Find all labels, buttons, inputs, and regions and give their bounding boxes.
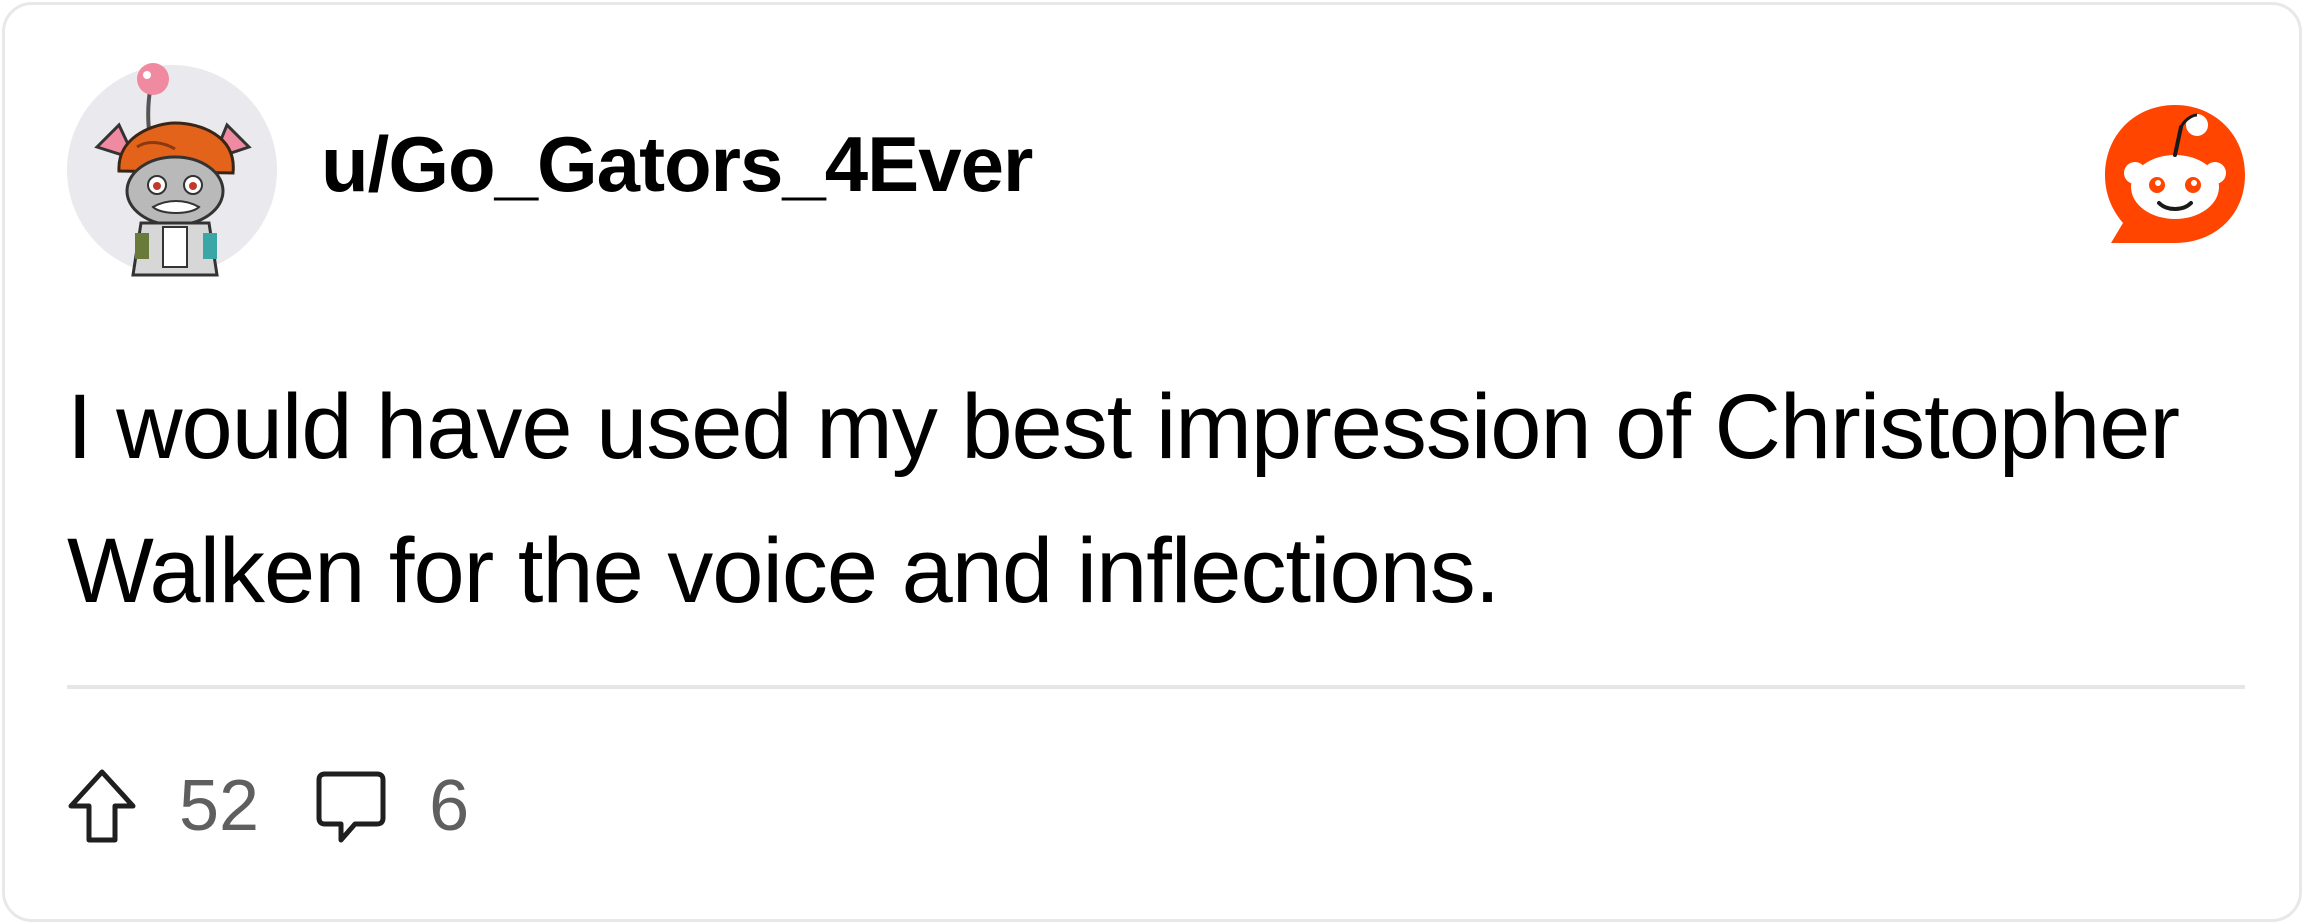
divider xyxy=(67,685,2245,689)
comments-button[interactable]: 6 xyxy=(315,768,469,844)
post-footer: 52 6 xyxy=(67,761,525,851)
username[interactable]: u/Go_Gators_4Ever xyxy=(321,125,1033,203)
comment-bubble-icon xyxy=(316,771,386,843)
reddit-logo-icon[interactable] xyxy=(2101,101,2249,249)
upvote-count: 52 xyxy=(179,766,260,846)
comment-body: I would have used my best impression of … xyxy=(67,376,2180,622)
comment-count: 6 xyxy=(429,766,470,846)
snoo-avatar-icon xyxy=(94,63,252,277)
user-avatar[interactable] xyxy=(67,63,277,277)
reddit-comment-card: u/Go_Gators_4Ever I would have used my b… xyxy=(2,2,2302,922)
upvote-button[interactable]: 52 xyxy=(67,768,259,844)
upvote-arrow-icon xyxy=(68,769,136,843)
